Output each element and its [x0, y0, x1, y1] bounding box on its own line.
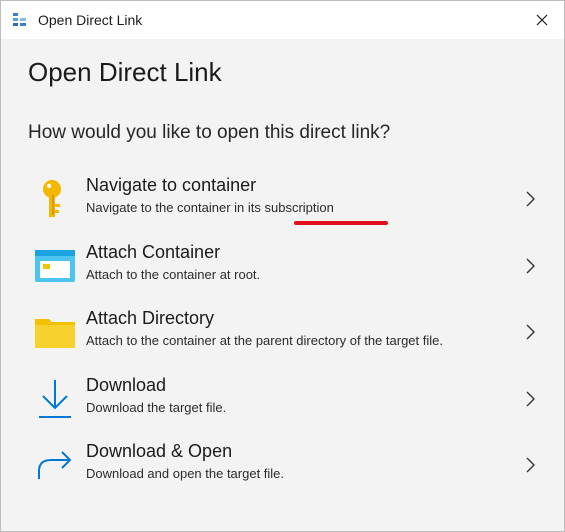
forward-arrow-icon — [38, 451, 72, 479]
chevron-right-icon — [526, 258, 535, 274]
option-download-and-open[interactable]: Download & Open Download and open the ta… — [21, 437, 546, 497]
chevron-right-icon — [526, 457, 535, 473]
option-download[interactable]: Download Download the target file. — [21, 371, 546, 431]
option-title: Download — [86, 375, 167, 395]
download-arrow-icon — [39, 380, 71, 418]
chevron-right-icon — [526, 324, 535, 340]
option-description: Download and open the target file. — [86, 466, 285, 481]
chevron-right-icon — [526, 191, 535, 207]
chevron-right-icon — [526, 391, 535, 407]
option-attach-directory[interactable]: Attach Directory Attach to the container… — [21, 304, 546, 364]
option-title: Navigate to container — [86, 175, 257, 195]
question-text: How would you like to open this direct l… — [28, 122, 391, 143]
option-title: Attach Container — [86, 242, 221, 262]
option-attach-container[interactable]: Attach Container Attach to the container… — [21, 238, 546, 298]
container-window-icon — [35, 250, 75, 282]
option-description: Navigate to the container in its subscri… — [86, 200, 334, 215]
close-icon — [536, 14, 548, 26]
title-bar: Open Direct Link — [1, 1, 564, 39]
option-title: Attach Directory — [86, 308, 215, 328]
storage-explorer-icon — [13, 13, 26, 26]
folder-icon — [35, 319, 75, 348]
red-underline-annotation — [294, 221, 388, 225]
option-description: Attach to the container at root. — [86, 267, 261, 282]
page-title: Open Direct Link — [28, 57, 222, 87]
option-navigate-to-container[interactable]: Navigate to container Navigate to the co… — [21, 171, 546, 231]
window-title: Open Direct Link — [38, 12, 143, 28]
close-button[interactable] — [520, 1, 564, 39]
option-description: Attach to the container at the parent di… — [86, 333, 443, 348]
open-direct-link-dialog: Open Direct Link Open Direct Link How wo… — [0, 0, 565, 532]
option-description: Download the target file. — [86, 400, 227, 415]
key-icon — [43, 180, 61, 217]
option-title: Download & Open — [86, 441, 233, 461]
